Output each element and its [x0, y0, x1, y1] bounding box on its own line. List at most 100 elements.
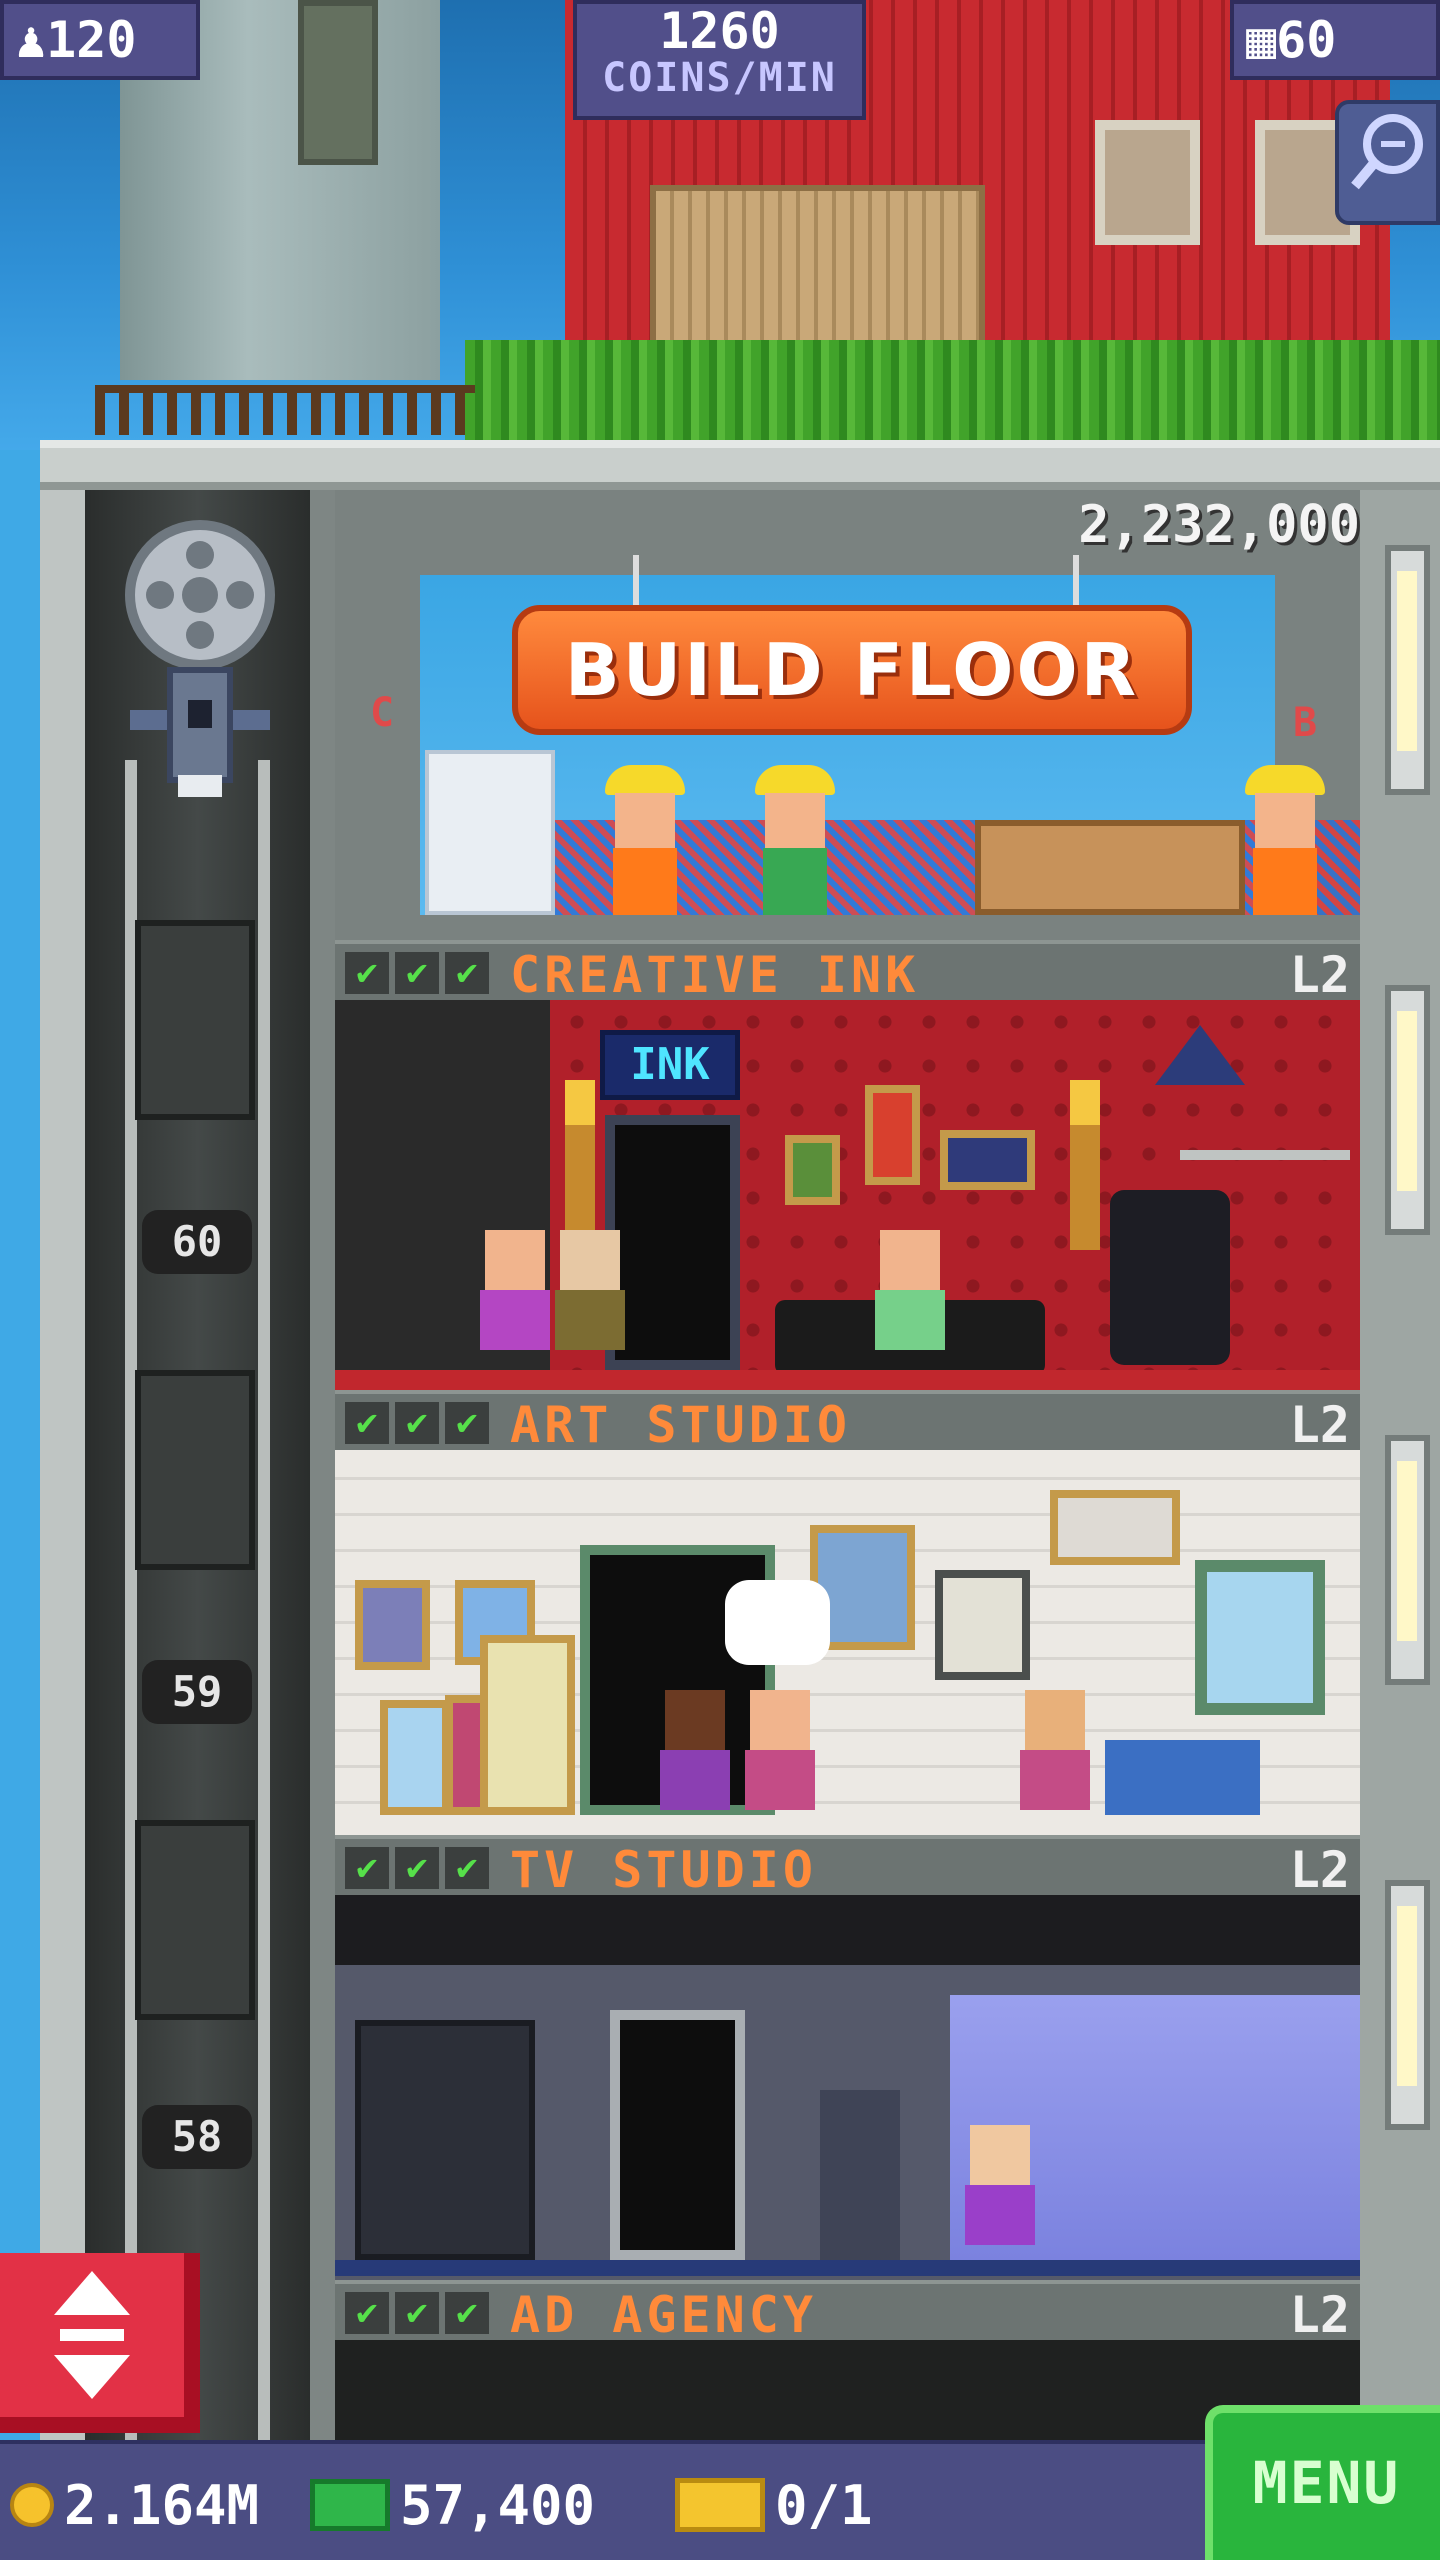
studio-ceiling — [335, 1895, 1360, 1965]
sign-hanger — [633, 555, 639, 605]
wall-picture — [935, 1570, 1030, 1680]
build-floor-price: 2,232,000 — [1078, 495, 1360, 555]
resident-person[interactable] — [1020, 1690, 1090, 1820]
construction-worker — [1245, 765, 1325, 915]
check-icon: ✔ — [395, 1402, 439, 1444]
check-icon: ✔ — [445, 2292, 489, 2334]
shaft-segment — [135, 1370, 255, 1570]
elevator-floor-marker: 59 — [142, 1660, 252, 1724]
sign-hanger — [1073, 555, 1079, 605]
elevator-floor-marker: 60 — [142, 1210, 252, 1274]
shaft-segment — [135, 920, 255, 1120]
coins-value: 2.164M — [64, 2473, 260, 2537]
check-icon: ✔ — [345, 2292, 389, 2334]
floor-level: L2 — [1289, 1396, 1350, 1454]
check-icon: ✔ — [395, 1847, 439, 1889]
art-cabinet — [1105, 1740, 1260, 1815]
floor-checks: ✔ ✔ ✔ — [345, 2292, 489, 2334]
resident-person[interactable] — [875, 1230, 945, 1370]
golden-ticket-icon — [675, 2478, 765, 2532]
concrete-bag — [425, 750, 555, 915]
tower-bux-icon — [310, 2479, 390, 2531]
check-icon: ✔ — [345, 952, 389, 994]
office-chair — [1110, 1190, 1230, 1365]
construction-side-label: C — [370, 690, 395, 736]
construction-worker — [755, 765, 835, 915]
floor-count-value: 60 — [1276, 11, 1337, 69]
floor-lamp — [565, 1080, 595, 1250]
up-down-arrows-icon — [54, 2271, 130, 2399]
wall-picture — [480, 1635, 575, 1815]
wall-picture — [1050, 1490, 1180, 1565]
coin-icon — [10, 2483, 54, 2527]
resident-person[interactable] — [555, 1230, 625, 1370]
construction-crates — [975, 820, 1245, 915]
floor-name: TV STUDIO — [510, 1841, 817, 1899]
population-value: 120 — [46, 11, 137, 69]
resident-person[interactable] — [660, 1690, 730, 1820]
check-icon: ✔ — [345, 1847, 389, 1889]
income-value: 1260 — [659, 2, 780, 60]
floor-counter[interactable]: ▦60 — [1230, 0, 1440, 80]
room-floorboard — [335, 1370, 1360, 1390]
exterior-window — [1385, 1880, 1430, 2130]
elevator-button[interactable] — [0, 2253, 200, 2433]
floor-checks: ✔ ✔ ✔ — [345, 952, 489, 994]
floor-checks: ✔ ✔ ✔ — [345, 1847, 489, 1889]
roof-grass — [465, 340, 1440, 440]
floor-label-art-studio[interactable]: ✔ ✔ ✔ ART STUDIO L2 — [335, 1390, 1360, 1454]
floor-level: L2 — [1289, 1841, 1350, 1899]
floor-lamp — [1070, 1080, 1100, 1250]
exterior-window — [1385, 1435, 1430, 1685]
room-window — [1195, 1560, 1325, 1715]
check-icon: ✔ — [395, 952, 439, 994]
bux-counter[interactable]: 57,400 — [310, 2465, 595, 2545]
construction-worker — [605, 765, 685, 915]
floor-level: L2 — [1289, 946, 1350, 1004]
construction-side-label: B — [1293, 700, 1318, 746]
control-panel — [355, 2020, 535, 2260]
wall-picture — [355, 1580, 430, 1670]
menu-button[interactable]: MENU — [1205, 2405, 1440, 2560]
room-door — [605, 1115, 740, 1370]
income-panel[interactable]: 1260 COINS/MIN — [573, 0, 866, 120]
floor-name: CREATIVE INK — [510, 946, 920, 1004]
exterior-window — [1385, 985, 1430, 1235]
bux-value: 57,400 — [400, 2473, 596, 2537]
floor-name: ART STUDIO — [510, 1396, 852, 1454]
income-label: COINS/MIN — [602, 55, 837, 101]
elevator-floor-marker: 58 — [142, 2105, 252, 2169]
elevator-motor-icon — [100, 520, 300, 800]
wall-picture — [785, 1135, 840, 1205]
tv-camera — [820, 2090, 900, 2260]
shelf — [1180, 1150, 1350, 1160]
roof-fence — [95, 385, 475, 435]
magnifier-icon — [1350, 114, 1423, 190]
exterior-window — [1385, 545, 1430, 795]
ink-sign: INK — [600, 1030, 740, 1100]
resident-person[interactable] — [480, 1230, 550, 1370]
resident-person[interactable] — [745, 1690, 815, 1820]
room-floorboard — [335, 2260, 1360, 2276]
build-floor-button[interactable]: BUILD FLOOR — [512, 605, 1192, 735]
floor-label-ad-agency[interactable]: ✔ ✔ ✔ AD AGENCY L2 — [335, 2280, 1360, 2344]
coins-counter[interactable]: 2.164M — [10, 2465, 259, 2545]
elevator-cable — [258, 760, 270, 2460]
tickets-value: 0/1 — [775, 2473, 873, 2537]
roof-slab — [40, 440, 1440, 490]
resident-person[interactable] — [965, 2125, 1035, 2255]
floor-label-tv-studio[interactable]: ✔ ✔ ✔ TV STUDIO L2 — [335, 1835, 1360, 1899]
person-icon: ♟ — [16, 11, 47, 69]
zoom-button[interactable] — [1335, 100, 1440, 225]
floor-name: AD AGENCY — [510, 2286, 817, 2344]
barn-door — [650, 185, 985, 360]
building-icon: ▦ — [1246, 11, 1277, 69]
check-icon: ✔ — [445, 952, 489, 994]
population-counter[interactable]: ♟120 — [0, 0, 200, 80]
wall-picture — [380, 1700, 450, 1815]
left-wall — [40, 490, 85, 2440]
barn-window — [1095, 120, 1200, 245]
floor-label-creative-ink[interactable]: ✔ ✔ ✔ CREATIVE INK L2 — [335, 940, 1360, 1004]
tickets-counter[interactable]: 0/1 — [675, 2465, 873, 2545]
floor-level: L2 — [1289, 2286, 1350, 2344]
